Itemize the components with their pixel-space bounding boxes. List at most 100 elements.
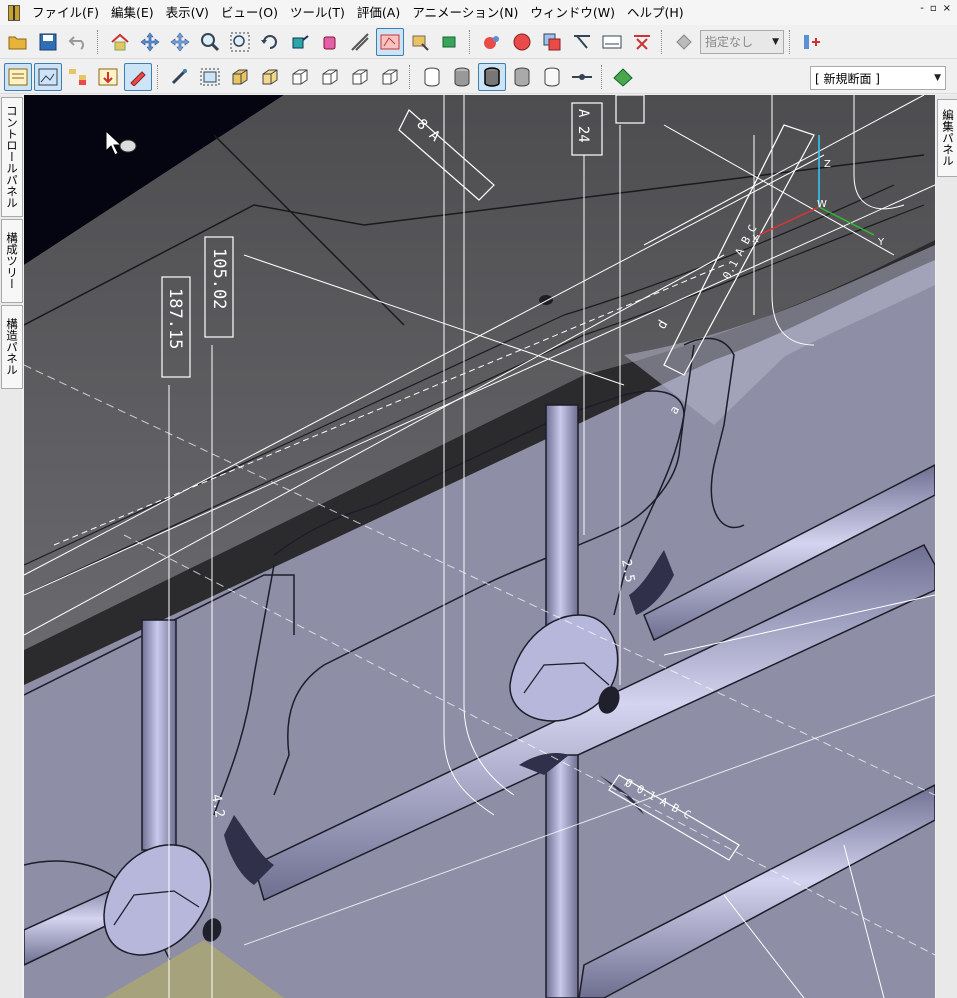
record-button[interactable] xyxy=(508,28,536,56)
chevron-down-icon: ▼ xyxy=(934,73,941,83)
dim-label-a24: A 24 xyxy=(575,109,591,143)
menu-viewpoint[interactable]: ビュー(O) xyxy=(215,0,284,25)
magnifier-icon xyxy=(201,32,220,51)
mdi-window-controls: - ▫ × xyxy=(920,3,951,14)
render-shade-edge-button[interactable] xyxy=(478,62,506,91)
hand-icon xyxy=(412,35,429,51)
annotation-icon xyxy=(380,34,400,49)
dimension-icon xyxy=(574,34,590,49)
open-folder-icon xyxy=(8,36,27,49)
close-button[interactable]: × xyxy=(943,3,951,14)
menu-tools[interactable]: ツール(T) xyxy=(284,0,351,25)
axis-button[interactable] xyxy=(568,63,596,91)
open-button[interactable] xyxy=(4,28,32,56)
cube-front-icon xyxy=(262,69,278,84)
vertical-tube-right xyxy=(545,404,579,636)
color-face-button[interactable] xyxy=(316,28,344,56)
pink-bucket-icon xyxy=(323,36,336,49)
menu-animation[interactable]: アニメーション(N) xyxy=(406,0,524,25)
minimize-button[interactable]: - xyxy=(920,3,924,14)
menu-edit[interactable]: 編集(E) xyxy=(105,0,160,25)
tab-control-panel-label: コントロールパネル xyxy=(5,105,19,209)
toolbar-separator xyxy=(97,29,101,54)
select-part-button[interactable] xyxy=(406,28,434,56)
edit-button[interactable] xyxy=(124,62,152,91)
toolbar-separator xyxy=(469,29,473,54)
x-mark-icon xyxy=(634,34,650,50)
red-sphere-icon xyxy=(484,35,499,49)
display-toolbar: [ 新規断面 ] ▼ xyxy=(0,60,957,94)
undo-button[interactable] xyxy=(64,28,92,56)
zoom-window-button[interactable] xyxy=(226,28,254,56)
view-iso-button[interactable] xyxy=(226,63,254,91)
section-button[interactable] xyxy=(798,28,826,56)
pan-button[interactable] xyxy=(136,28,164,56)
wand-button[interactable] xyxy=(166,63,194,91)
assembly-button[interactable] xyxy=(436,28,464,56)
fit-all-button[interactable] xyxy=(196,63,224,91)
toolbar-separator xyxy=(601,64,605,89)
view-front-button[interactable] xyxy=(256,63,284,91)
tab-structure-tree[interactable]: 構成ツリー xyxy=(1,219,23,303)
toolbar-separator xyxy=(789,29,793,54)
annotation-button[interactable] xyxy=(376,27,404,56)
render-wire-button[interactable] xyxy=(418,63,446,91)
menu-file[interactable]: ファイル(F) xyxy=(26,0,105,25)
measure-button[interactable] xyxy=(346,28,374,56)
rotate-button[interactable] xyxy=(256,28,284,56)
tab-structure-panel[interactable]: 構造パネル xyxy=(1,305,23,389)
section-plane-icon xyxy=(804,34,820,49)
fit-box-icon xyxy=(200,68,220,85)
tab-edit-panel[interactable]: 編集パネル xyxy=(937,99,957,177)
check-button[interactable] xyxy=(610,63,638,91)
zoom-button[interactable] xyxy=(196,28,224,56)
menu-evaluate[interactable]: 評価(A) xyxy=(351,0,406,25)
toolbar-separator xyxy=(157,64,161,89)
cube-left-icon xyxy=(322,69,338,84)
list-down-icon xyxy=(98,68,118,85)
3d-viewport[interactable]: 187.15 105.02 8 A A 24 d 2.5 4.2 Ø 0.1 A… xyxy=(24,95,935,998)
filter-direction-button[interactable] xyxy=(670,28,698,56)
render-transparent-button[interactable] xyxy=(538,63,566,91)
view-right-button[interactable] xyxy=(346,63,374,91)
view-left-button[interactable] xyxy=(316,63,344,91)
color-part-button[interactable] xyxy=(286,28,314,56)
copy-button[interactable] xyxy=(538,28,566,56)
delete-annotation-button[interactable] xyxy=(628,28,656,56)
view-back-button[interactable] xyxy=(286,63,314,91)
tree-button[interactable] xyxy=(64,63,92,91)
view-top-button[interactable] xyxy=(376,63,404,91)
dim-label-105: 105.02 xyxy=(209,248,229,309)
w-axis-label: W xyxy=(817,199,827,210)
save-button[interactable] xyxy=(34,28,62,56)
image-button[interactable] xyxy=(34,62,62,91)
chevron-down-icon: ▼ xyxy=(772,36,779,47)
render-hidden-button[interactable] xyxy=(508,63,536,91)
cylinder-hidden-icon xyxy=(514,67,530,86)
tab-control-panel[interactable]: コントロールパネル xyxy=(1,97,23,217)
copy-icon xyxy=(543,33,561,50)
section-combo[interactable]: [ 新規断面 ] ▼ xyxy=(810,66,946,90)
menu-window[interactable]: ウィンドウ(W) xyxy=(524,0,621,25)
note-button[interactable] xyxy=(598,28,626,56)
dimension-button[interactable] xyxy=(568,28,596,56)
home-icon xyxy=(111,33,129,50)
cylinder-wire-icon xyxy=(424,67,440,86)
note-icon xyxy=(602,35,622,48)
filter-combo[interactable]: 指定なし ▼ xyxy=(700,29,784,54)
restore-button[interactable]: ▫ xyxy=(930,3,937,14)
zoom-box-icon xyxy=(230,32,250,51)
panel-toggle-button[interactable] xyxy=(4,62,32,91)
sphere-button[interactable] xyxy=(478,28,506,56)
home-view-button[interactable] xyxy=(106,28,134,56)
model-view[interactable]: 187.15 105.02 8 A A 24 d 2.5 4.2 Ø 0.1 A… xyxy=(24,95,935,998)
menu-view[interactable]: 表示(V) xyxy=(160,0,215,25)
move-button[interactable] xyxy=(166,28,194,56)
render-shade-button[interactable] xyxy=(448,63,476,91)
main-toolbar: 指定なし ▼ xyxy=(0,25,957,59)
menu-help[interactable]: ヘルプ(H) xyxy=(621,0,690,25)
app-icon[interactable] xyxy=(8,4,20,21)
tab-edit-panel-label: 編集パネル xyxy=(941,109,955,167)
tab-structure-panel-label: 構造パネル xyxy=(5,318,19,376)
list-button[interactable] xyxy=(94,63,122,91)
